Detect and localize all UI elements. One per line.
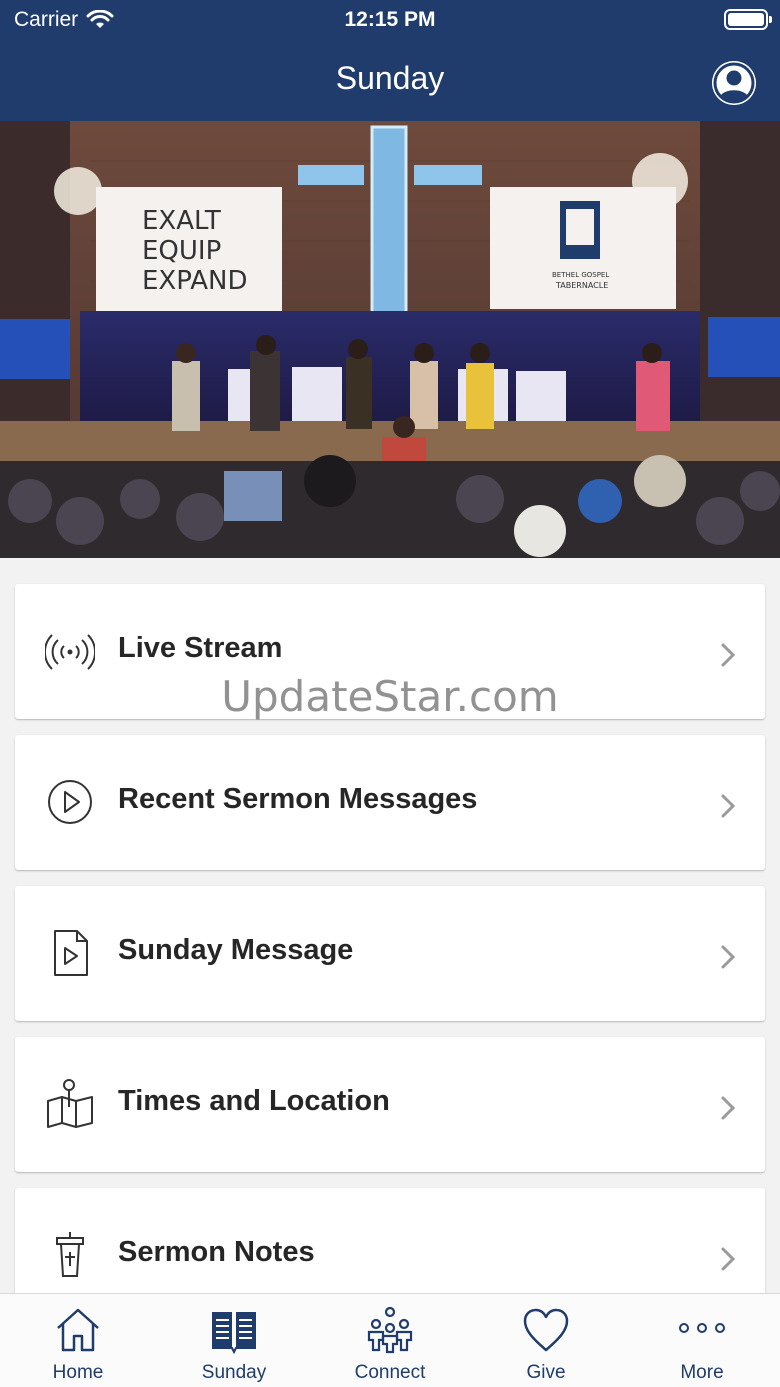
menu-item-recent-sermons[interactable]: Recent Sermon Messages bbox=[15, 735, 765, 870]
chevron-right-icon bbox=[721, 945, 736, 969]
profile-button[interactable] bbox=[712, 61, 756, 105]
banner-left-line-3: EXPAND bbox=[142, 266, 248, 296]
tab-connect[interactable]: Connect bbox=[312, 1294, 468, 1387]
people-icon bbox=[367, 1306, 413, 1354]
app-header: Carrier 12:15 PM Sunday bbox=[0, 0, 780, 121]
menu-item-sunday-message[interactable]: Sunday Message bbox=[15, 886, 765, 1021]
banner-left-line-1: EXALT bbox=[142, 206, 221, 236]
menu-item-label: Sunday Message bbox=[118, 934, 354, 966]
broadcast-icon bbox=[45, 634, 95, 670]
banner-right-line-2: TABERNACLE bbox=[555, 281, 608, 290]
home-icon bbox=[57, 1308, 99, 1352]
tab-label: Connect bbox=[354, 1362, 426, 1383]
heart-icon bbox=[523, 1308, 569, 1352]
chevron-right-icon bbox=[721, 1247, 736, 1271]
more-dots-icon bbox=[679, 1323, 725, 1333]
menu-list: Live Stream Recent Sermon Messages Sunda… bbox=[15, 584, 765, 1339]
status-time: 12:15 PM bbox=[344, 8, 436, 31]
chevron-right-icon bbox=[721, 643, 736, 667]
menu-item-label: Sermon Notes bbox=[118, 1236, 315, 1268]
tab-home[interactable]: Home bbox=[0, 1294, 156, 1387]
church-service-photo: EXALT EQUIP EXPAND BETHEL GOSPEL TABERNA… bbox=[0, 121, 780, 558]
tab-label: Give bbox=[526, 1362, 566, 1383]
menu-item-label: Live Stream bbox=[118, 632, 283, 664]
tab-more[interactable]: More bbox=[624, 1294, 780, 1387]
tab-bar: Home Sunday Connect Give More bbox=[0, 1293, 780, 1387]
chevron-right-icon bbox=[721, 794, 736, 818]
play-circle-icon bbox=[48, 780, 92, 824]
banner-right-line-1: BETHEL GOSPEL bbox=[552, 271, 609, 279]
banner-left-line-2: EQUIP bbox=[142, 236, 221, 266]
menu-item-live-stream[interactable]: Live Stream bbox=[15, 584, 765, 719]
tab-label: Sunday bbox=[201, 1362, 267, 1383]
tab-label: More bbox=[680, 1362, 724, 1383]
status-bar: Carrier 12:15 PM bbox=[0, 0, 780, 40]
battery-icon bbox=[724, 9, 772, 30]
tab-label: Home bbox=[52, 1362, 104, 1383]
chevron-right-icon bbox=[721, 1096, 736, 1120]
map-pin-icon bbox=[47, 1079, 93, 1128]
book-icon bbox=[212, 1312, 256, 1354]
hero-image: EXALT EQUIP EXPAND BETHEL GOSPEL TABERNA… bbox=[0, 121, 780, 558]
menu-item-label: Recent Sermon Messages bbox=[118, 783, 478, 815]
menu-item-times-location[interactable]: Times and Location bbox=[15, 1037, 765, 1172]
video-file-icon bbox=[54, 930, 88, 976]
page-title: Sunday bbox=[335, 60, 445, 96]
menu-item-label: Times and Location bbox=[118, 1085, 390, 1117]
pulpit-icon bbox=[56, 1232, 84, 1277]
user-icon bbox=[712, 61, 756, 105]
tab-sunday[interactable]: Sunday bbox=[156, 1294, 312, 1387]
tab-give[interactable]: Give bbox=[468, 1294, 624, 1387]
